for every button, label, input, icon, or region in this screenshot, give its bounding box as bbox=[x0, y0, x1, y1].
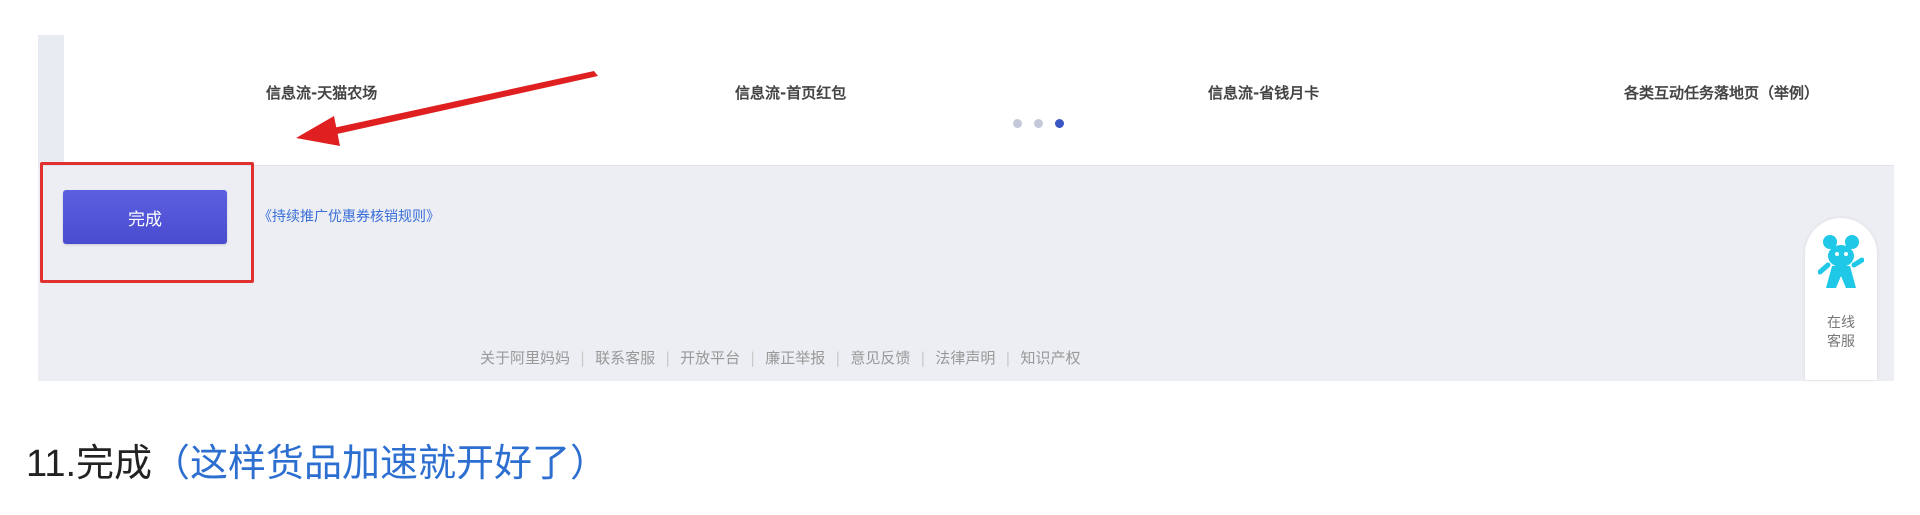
carousel-dot[interactable] bbox=[1013, 119, 1022, 128]
footer-separator: | bbox=[835, 348, 841, 367]
footer-links: 关于阿里妈妈 | 联系客服 | 开放平台 | 廉正举报 | 意见反馈 | 法律声… bbox=[480, 347, 1080, 368]
red-arrow-annotation bbox=[296, 71, 598, 146]
red-highlight-box bbox=[40, 162, 254, 283]
mascot-icon bbox=[1818, 235, 1864, 288]
footer-link-feedback[interactable]: 意见反馈 bbox=[850, 347, 910, 368]
footer-separator: | bbox=[750, 348, 756, 367]
footer-link-open-platform[interactable]: 开放平台 bbox=[680, 347, 740, 368]
screenshot: 信息流-天猫农场 信息流-首页红包 信息流-省钱月卡 各类互动任务落地页（举例）… bbox=[0, 0, 1920, 381]
footer-link-contact[interactable]: 联系客服 bbox=[595, 347, 655, 368]
carousel-dot-active[interactable] bbox=[1055, 119, 1064, 128]
footer-link-ip[interactable]: 知识产权 bbox=[1020, 347, 1080, 368]
footer-link-about[interactable]: 关于阿里妈妈 bbox=[480, 347, 570, 368]
footer-separator: | bbox=[580, 348, 586, 367]
carousel-caption-homepage-redpacket: 信息流-首页红包 bbox=[735, 84, 847, 102]
footer-link-report[interactable]: 廉正举报 bbox=[765, 347, 825, 368]
left-gutter bbox=[38, 35, 64, 165]
footer-separator: | bbox=[1005, 348, 1011, 367]
online-support-label: 在线 客服 bbox=[1827, 315, 1855, 350]
online-support-widget[interactable]: 在线 客服 bbox=[1805, 218, 1877, 380]
instruction-step: 11.完成（这样货品加速就开好了） bbox=[26, 432, 608, 487]
instruction-step-label: 11.完成 bbox=[26, 443, 153, 485]
carousel-caption-interactive-tasks: 各类互动任务落地页（举例） bbox=[1624, 84, 1820, 102]
carousel-caption-savings-card: 信息流-省钱月卡 bbox=[1208, 84, 1320, 102]
footer-link-legal[interactable]: 法律声明 bbox=[935, 347, 995, 368]
coupon-rules-link[interactable]: 《持续推广优惠券核销规则》 bbox=[258, 206, 440, 226]
carousel-dot[interactable] bbox=[1034, 119, 1043, 128]
carousel-pagination bbox=[1013, 119, 1064, 128]
footer-separator: | bbox=[665, 348, 671, 367]
instruction-step-note: （这样货品加速就开好了） bbox=[152, 443, 609, 485]
footer-separator: | bbox=[920, 348, 926, 367]
